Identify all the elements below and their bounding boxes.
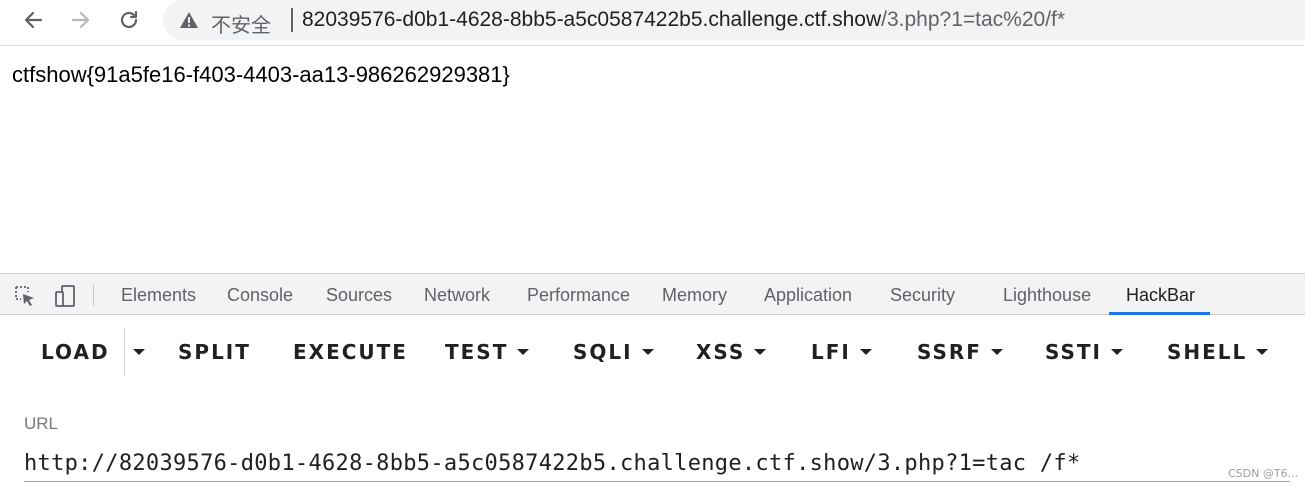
tab-network[interactable]: Network [424,285,490,306]
devtools-divider [93,284,94,306]
reload-button[interactable] [112,5,146,35]
tab-security[interactable]: Security [890,285,955,306]
tab-application[interactable]: Application [764,285,852,306]
test-label: TEST [445,340,509,364]
split-label: SPLIT [178,340,251,364]
url-path: /3.php?1=tac%20/f* [881,8,1066,31]
caret-down-icon [1256,349,1269,355]
ssrf-label: SSRF [917,340,982,364]
caret-down-icon [517,349,530,355]
inspect-element-icon[interactable] [13,284,37,308]
active-tab-indicator [1109,312,1210,315]
sqli-label: SQLI [573,340,633,364]
ssrf-menu-button[interactable]: SSRF [917,340,1003,364]
load-label: LOAD [41,340,110,364]
reload-icon [120,10,138,29]
security-label[interactable]: 不安全 [211,9,271,38]
tab-memory[interactable]: Memory [662,285,727,306]
caret-down-icon [859,349,872,355]
tab-console[interactable]: Console [227,285,293,306]
lfi-label: LFI [811,340,851,364]
warning-icon[interactable] [179,10,199,30]
url-field-label: URL [24,414,59,433]
caret-down-icon [641,349,654,355]
tab-hackbar[interactable]: HackBar [1126,285,1195,306]
url-host: 82039576-d0b1-4628-8bb5-a5c0587422b5.cha… [302,8,882,31]
url-input-value[interactable]: http://82039576-d0b1-4628-8bb5-a5c058742… [24,451,1081,476]
caret-down-icon [1111,349,1123,355]
url-input[interactable]: http://82039576-d0b1-4628-8bb5-a5c058742… [24,446,1290,482]
address-bar[interactable]: 不安全 82039576-d0b1-4628-8bb5-a5c0587422b5… [163,0,1305,40]
tab-performance[interactable]: Performance [527,285,630,306]
address-url[interactable]: 82039576-d0b1-4628-8bb5-a5c0587422b5.cha… [302,8,1065,32]
hackbar-toolbar: LOAD SPLIT EXECUTE TEST SQLI XSS LFI SSR… [0,316,1305,388]
device-toolbar-icon[interactable] [53,284,77,308]
caret-down-icon [990,349,1003,355]
tab-sources[interactable]: Sources [326,285,392,306]
load-split-divider [124,328,125,376]
shell-menu-button[interactable]: SHELL [1167,340,1269,364]
shell-label: SHELL [1167,340,1248,364]
execute-label: EXECUTE [293,340,408,364]
sqli-menu-button[interactable]: SQLI [573,340,654,364]
devtools-tab-bar: Elements Console Sources Network Perform… [0,273,1305,315]
ssti-menu-button[interactable]: SSTI [1045,340,1123,364]
load-button[interactable]: LOAD [41,340,110,364]
watermark: CSDN @T6... [1228,467,1299,480]
caret-down-icon [754,349,767,355]
xss-menu-button[interactable]: XSS [696,340,767,364]
split-button[interactable]: SPLIT [178,340,251,364]
test-menu-button[interactable]: TEST [445,340,530,364]
flag-output: ctfshow{91a5fe16-f403-4403-aa13-98626292… [12,62,510,87]
tab-lighthouse[interactable]: Lighthouse [1003,285,1091,306]
execute-button[interactable]: EXECUTE [293,340,408,364]
arrow-left-icon [24,11,43,29]
forward-button[interactable] [64,5,98,35]
browser-toolbar: 不安全 82039576-d0b1-4628-8bb5-a5c0587422b5… [0,0,1305,46]
back-button[interactable] [16,5,50,35]
ssti-label: SSTI [1045,340,1102,364]
arrow-right-icon [71,11,90,29]
load-dropdown-caret-icon[interactable] [133,349,145,355]
lfi-menu-button[interactable]: LFI [811,340,872,364]
address-separator [291,8,293,32]
xss-label: XSS [696,340,746,364]
tab-elements[interactable]: Elements [121,285,196,306]
